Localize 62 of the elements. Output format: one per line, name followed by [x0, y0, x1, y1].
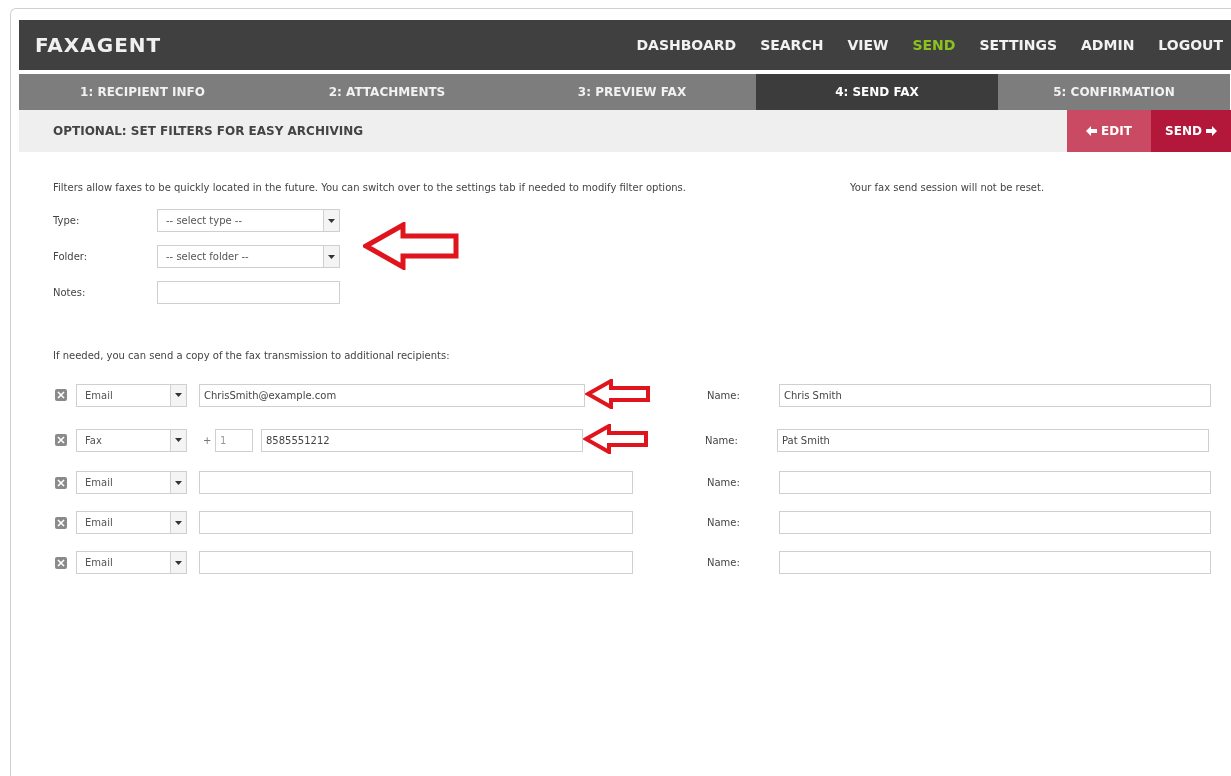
- step-tab[interactable]: 2: ATTACHMENTS: [266, 74, 508, 110]
- remove-icon[interactable]: [55, 556, 67, 569]
- input-field[interactable]: [779, 551, 1211, 574]
- logo: FAXAGENT: [35, 32, 162, 59]
- plus-sign: +: [202, 433, 213, 448]
- dropdown[interactable]: -- select type --: [157, 209, 340, 232]
- nav-link[interactable]: SETTINGS: [979, 34, 1058, 56]
- input-field[interactable]: Pat Smith: [777, 428, 1209, 452]
- send-button[interactable]: SEND: [1151, 110, 1231, 152]
- dropdown[interactable]: Email: [76, 471, 187, 494]
- input-field[interactable]: Chris Smith: [779, 383, 1211, 407]
- dropdown[interactable]: -- select folder --: [157, 245, 340, 268]
- step-tab[interactable]: 1: RECIPIENT INFO: [19, 74, 266, 110]
- caret-icon: [175, 438, 182, 442]
- caret-icon: [175, 520, 182, 525]
- input-field[interactable]: [779, 471, 1211, 494]
- left-arrow-icon: [1086, 126, 1098, 136]
- annotation-arrow: [585, 379, 651, 409]
- intro-text: Filters allow faxes to be quickly located in the future. You can switch over to the settings tab if needed to modify filter options.: [53, 181, 687, 195]
- field-label: Name:: [707, 516, 741, 530]
- input-field[interactable]: ChrisSmith@example.com: [199, 383, 585, 407]
- input-field[interactable]: [779, 511, 1211, 534]
- session-note: Your fax send session will not be reset.: [850, 181, 1045, 195]
- field-label: Type:: [53, 214, 81, 228]
- caret-icon: [328, 254, 335, 259]
- caret-icon: [175, 480, 182, 485]
- remove-icon[interactable]: [55, 476, 67, 489]
- remove-icon[interactable]: [55, 389, 67, 401]
- remove-icon[interactable]: [55, 516, 67, 529]
- dropdown[interactable]: Email: [76, 551, 187, 574]
- nav-link[interactable]: SEARCH: [760, 34, 824, 56]
- field-label: Name:: [705, 433, 739, 448]
- input-field[interactable]: [199, 511, 633, 534]
- step-tab[interactable]: 5: CONFIRMATION: [998, 74, 1230, 110]
- caret-icon: [328, 218, 335, 223]
- input-field[interactable]: [199, 471, 633, 494]
- edit-button[interactable]: EDIT: [1067, 110, 1151, 152]
- annotation-arrow: [583, 424, 649, 454]
- field-label: Name:: [707, 476, 741, 490]
- nav-link[interactable]: ADMIN: [1081, 34, 1135, 56]
- input-field[interactable]: [199, 551, 633, 574]
- dropdown[interactable]: Email: [76, 383, 187, 407]
- input-field[interactable]: 8585551212: [261, 428, 583, 452]
- field-label: Name:: [707, 556, 741, 570]
- dropdown[interactable]: Fax: [76, 428, 187, 452]
- step-tab[interactable]: 3: PREVIEW FAX: [508, 74, 756, 110]
- field-label: Notes:: [53, 286, 87, 300]
- caret-icon: [175, 560, 182, 565]
- field-label: Folder:: [53, 250, 89, 264]
- nav-link[interactable]: DASHBOARD: [636, 34, 737, 56]
- right-arrow-icon: [1205, 126, 1217, 136]
- caret-icon: [175, 393, 182, 397]
- copy-note: If needed, you can send a copy of the fax transmission to additional recipients:: [53, 349, 451, 363]
- nav-link[interactable]: LOGOUT: [1158, 34, 1223, 56]
- nav-link[interactable]: VIEW: [847, 34, 889, 56]
- nav-link[interactable]: SEND: [912, 34, 956, 56]
- dropdown[interactable]: Email: [76, 511, 187, 534]
- input-field[interactable]: [157, 281, 340, 304]
- remove-icon[interactable]: [55, 434, 67, 446]
- field-label: Name:: [707, 388, 741, 403]
- section-title: OPTIONAL: SET FILTERS FOR EASY ARCHIVING: [53, 123, 364, 140]
- step-tab[interactable]: 4: SEND FAX: [756, 74, 998, 110]
